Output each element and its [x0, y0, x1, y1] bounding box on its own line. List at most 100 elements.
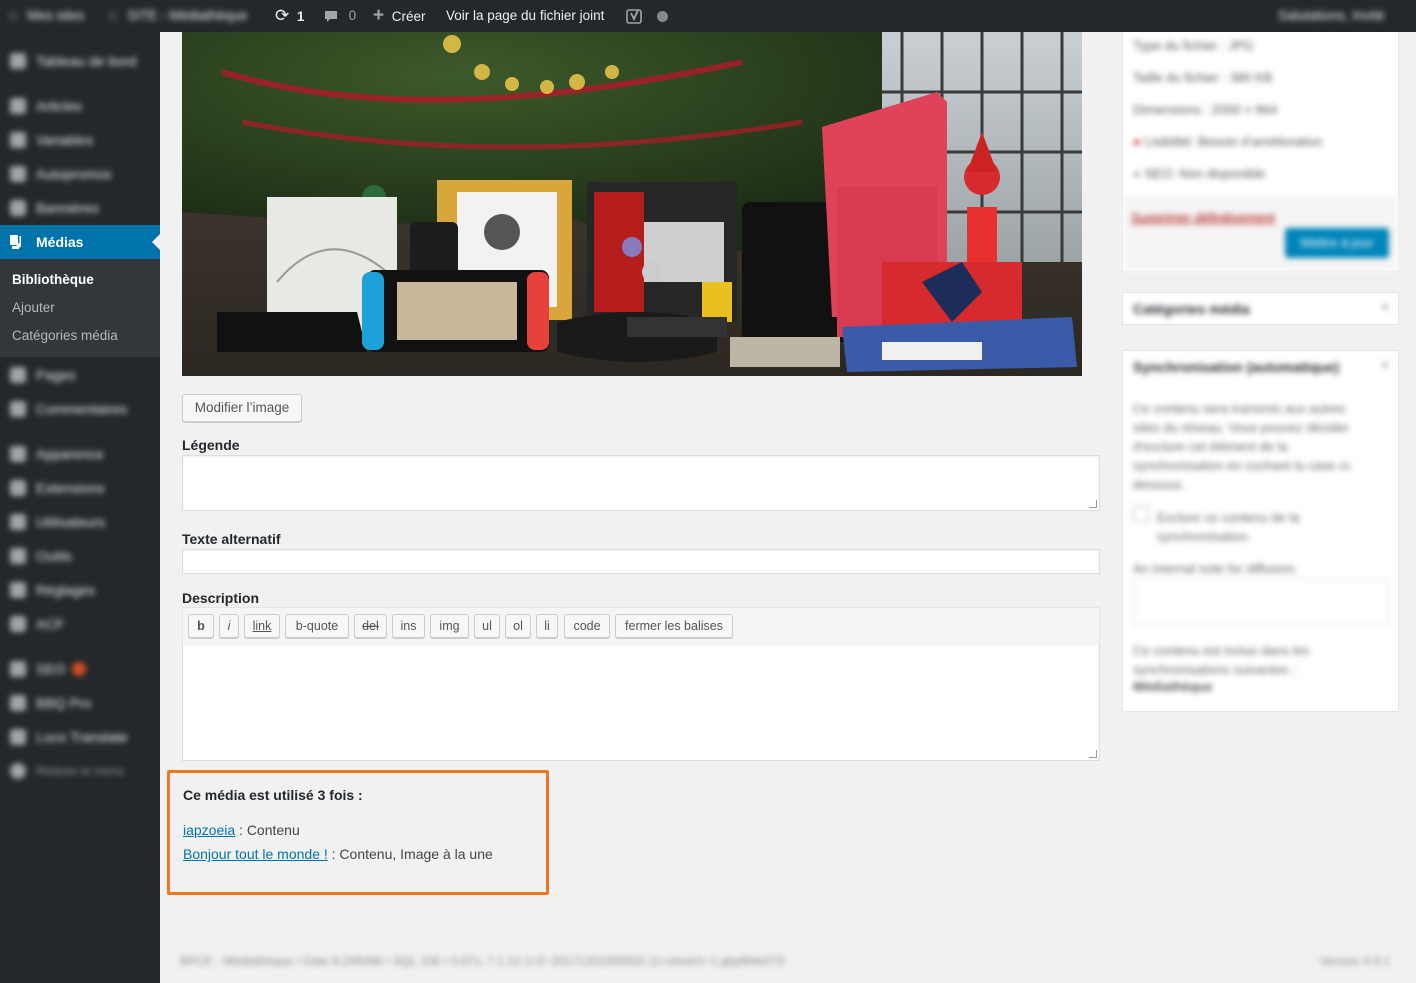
collapse-icon: [10, 763, 26, 779]
usage-entry: Bonjour tout le monde ! : Contenu, Image…: [183, 846, 493, 862]
qt-ul-button[interactable]: ul: [474, 614, 500, 638]
menu-collapse[interactable]: Réduire le menu: [0, 754, 160, 788]
file-type-info: Type du fichier : JPG: [1133, 38, 1254, 53]
menu-acf[interactable]: ACF: [0, 607, 160, 641]
users-icon: [10, 514, 26, 530]
resize-handle-icon[interactable]: [1089, 500, 1097, 508]
comment-icon: [325, 10, 337, 22]
submenu-categories-media[interactable]: Catégories média: [12, 327, 118, 345]
included-sync-value: Médiathèque: [1133, 679, 1213, 694]
plus-icon: +: [373, 5, 385, 26]
qt-close-tags-button[interactable]: fermer les balises: [615, 614, 733, 638]
qt-del-button[interactable]: del: [354, 614, 387, 638]
view-attachment-link[interactable]: Voir la page du fichier joint: [446, 0, 604, 32]
menu-medias[interactable]: Médias: [0, 225, 160, 259]
seo-info: ● SEO: Non disponible: [1133, 166, 1266, 181]
yoast-menu[interactable]: [626, 0, 668, 32]
my-account-menu[interactable]: Salutations, Invité: [1278, 0, 1385, 32]
qt-code-button[interactable]: code: [564, 614, 610, 638]
comments-button[interactable]: 0: [323, 0, 356, 32]
delete-permanently-link[interactable]: Supprimer définitivement: [1131, 210, 1275, 225]
attachment-image: [182, 32, 1082, 376]
edit-image-button[interactable]: Modifier l’image: [182, 394, 302, 422]
acf-icon: [10, 616, 26, 632]
seo-icon: [10, 661, 26, 677]
media-categories-title[interactable]: Catégories média: [1133, 301, 1250, 317]
file-size-info: Taille du fichier : 380 KB: [1133, 70, 1273, 85]
qt-img-button[interactable]: img: [430, 614, 469, 638]
status-dot-icon: [656, 11, 668, 23]
menu-extensions[interactable]: Extensions: [0, 471, 160, 505]
menu-bbq-pro[interactable]: BBQ Pro: [0, 686, 160, 720]
menu-seo[interactable]: SEO: [0, 652, 160, 686]
internal-note-label: An internal note for diffusion.: [1133, 561, 1299, 576]
toggle-arrow-icon[interactable]: ▾: [1382, 358, 1388, 372]
description-textarea[interactable]: [182, 644, 1100, 761]
pages-icon: [10, 367, 26, 383]
admin-sidebar: Tableau de bord Articles Variables Autop…: [0, 32, 160, 983]
readability-info: ● Lisibilité: Besoin d’amélioration: [1133, 134, 1323, 149]
menu-apparence[interactable]: Apparence: [0, 437, 160, 471]
included-sync-text: Ce contenu est inclus dans les synchroni…: [1133, 643, 1310, 677]
update-button[interactable]: Mettre à jour: [1285, 228, 1389, 258]
admin-bar: ⌂ Mes sites ⌂ SITE - Médiathèque ⟳ 1 0 +…: [0, 0, 1416, 32]
menu-outils[interactable]: Outils: [0, 539, 160, 573]
update-icon: ⟳: [275, 6, 290, 25]
menu-utilisateurs[interactable]: Utilisateurs: [0, 505, 160, 539]
menu-articles[interactable]: Articles: [0, 89, 160, 123]
menu-bannieres[interactable]: Bannières: [0, 191, 160, 225]
qt-ol-button[interactable]: ol: [505, 614, 531, 638]
usage-entry: iapzoeia : Contenu: [183, 822, 300, 838]
media-icon: [10, 235, 21, 249]
footer-left-text: BPCE - Médiathèque • Date 8.20RAM • SQL …: [180, 954, 785, 968]
qt-link-button[interactable]: link: [244, 614, 280, 638]
updates-button[interactable]: ⟳ 1: [275, 0, 304, 32]
media-usage-title: Ce média est utilisé 3 fois :: [183, 787, 363, 803]
christmas-gifts-photo: [182, 32, 1082, 376]
exclude-checkbox[interactable]: [1133, 506, 1149, 522]
qt-bold-button[interactable]: b: [188, 614, 214, 638]
menu-dashboard[interactable]: Tableau de bord: [0, 44, 160, 78]
loco-icon: [10, 729, 26, 745]
dashboard-icon: [10, 53, 26, 69]
usage-link-iapzoeia[interactable]: iapzoeia: [183, 822, 235, 838]
quicktags-toolbar: b i link b-quote del ins img ul ol li co…: [182, 607, 1100, 645]
submenu-ajouter[interactable]: Ajouter: [12, 299, 55, 317]
alt-text-label: Texte alternatif: [182, 531, 281, 547]
wordpress-icon: ⌂: [8, 7, 18, 24]
sync-metabox: Synchronisation (automatique) ▾ Ce conte…: [1122, 350, 1399, 712]
menu-autopromos[interactable]: Autopromos: [0, 157, 160, 191]
menu-variables[interactable]: Variables: [0, 123, 160, 157]
qt-italic-button[interactable]: i: [219, 614, 239, 638]
alt-text-input[interactable]: [182, 549, 1100, 574]
sync-title[interactable]: Synchronisation (automatique): [1133, 359, 1339, 375]
internal-note-textarea[interactable]: [1133, 579, 1389, 625]
readability-icon: ●: [1133, 134, 1141, 149]
bbq-icon: [10, 695, 26, 711]
footer-version: Version 4.9.1: [1320, 954, 1391, 968]
my-sites-menu[interactable]: ⌂ Mes sites: [8, 0, 84, 32]
seo-status-icon: ●: [1133, 166, 1141, 181]
medias-submenu: Bibliothèque Ajouter Catégories média: [0, 259, 160, 357]
qt-blockquote-button[interactable]: b-quote: [285, 614, 349, 638]
site-name-menu[interactable]: ⌂ SITE - Médiathèque: [108, 0, 247, 32]
menu-reglages[interactable]: Réglages: [0, 573, 160, 607]
menu-loco-translate[interactable]: Loco Translate: [0, 720, 160, 754]
qt-ins-button[interactable]: ins: [392, 614, 425, 638]
usage-link-bonjour[interactable]: Bonjour tout le monde !: [183, 846, 328, 862]
caption-textarea[interactable]: [182, 455, 1100, 511]
plugins-icon: [10, 480, 26, 496]
menu-pages[interactable]: Pages: [0, 358, 160, 392]
toggle-arrow-icon[interactable]: ▾: [1382, 300, 1388, 314]
submenu-bibliotheque[interactable]: Bibliothèque: [12, 271, 94, 289]
resize-handle-icon[interactable]: [1089, 750, 1097, 758]
description-label: Description: [182, 590, 260, 606]
menu-commentaires[interactable]: Commentaires: [0, 392, 160, 426]
tools-icon: [10, 548, 26, 564]
new-content-button[interactable]: + Créer: [373, 0, 426, 32]
autopromo-icon: [10, 166, 26, 182]
dimensions-info: Dimensions : 2000 × 864: [1133, 102, 1278, 117]
major-publishing-actions: Supprimer définitivement Mettre à jour: [1123, 197, 1398, 273]
banner-icon: [10, 200, 26, 216]
qt-li-button[interactable]: li: [536, 614, 558, 638]
